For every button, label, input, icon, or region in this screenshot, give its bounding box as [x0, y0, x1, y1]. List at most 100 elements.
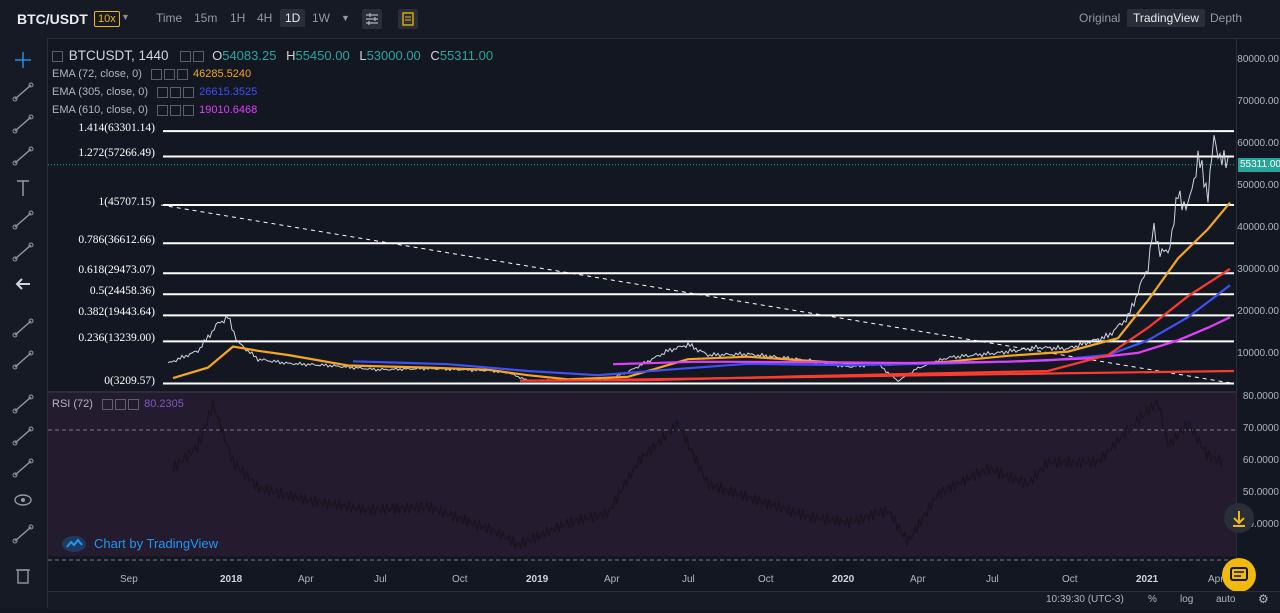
legend-controls [180, 48, 206, 63]
last-price-label: 55311.00 [1238, 158, 1280, 172]
fib-level-label: 0.382(19443.64) [78, 306, 155, 319]
gear-icon[interactable]: ⚙ [1258, 592, 1269, 606]
bottom-bar: 10:39:30 (UTC-3) % log auto ⚙ [48, 591, 1280, 609]
more-timeframes-icon[interactable]: ▼ [341, 13, 350, 23]
view-depth[interactable]: Depth [1210, 11, 1242, 25]
indicator-settings-button[interactable] [362, 9, 382, 29]
rsi-tick: 60.0000 [1242, 455, 1279, 466]
timeframe-15m[interactable]: 15m [194, 11, 217, 25]
timeframe-time[interactable]: Time [156, 11, 182, 25]
eye-icon[interactable] [14, 494, 32, 506]
close-icon[interactable] [183, 86, 195, 98]
close-icon[interactable] [183, 104, 195, 116]
rsi-legend[interactable]: RSI (72) 80.2305 [52, 398, 184, 410]
tradingview-watermark[interactable]: Chart by TradingView [60, 530, 218, 556]
download-arrow-icon [1233, 511, 1245, 527]
gear-icon[interactable] [193, 50, 205, 62]
ema72-legend[interactable]: EMA (72, close, 0) 46285.5240 [52, 68, 251, 80]
lock-icon[interactable] [12, 458, 34, 478]
price-series[interactable] [167, 135, 1229, 383]
time-axis[interactable]: Sep 2018 Apr Jul Oct 2019 Apr Jul Oct 2020 Apr Jul O… [48, 570, 1236, 590]
close-icon[interactable] [176, 68, 188, 80]
gear-icon[interactable] [115, 398, 127, 410]
timeframe-1d[interactable]: 1D [280, 9, 306, 27]
view-original[interactable]: Original [1079, 11, 1120, 25]
low-value: 53000.00 [366, 48, 421, 63]
drawing-toolbar [0, 38, 48, 608]
fib-level-label: 1.272(57266.49) [78, 147, 155, 160]
close-value: 55311.00 [439, 48, 494, 63]
text-icon[interactable] [17, 180, 29, 196]
rsi-tick: 50.0000 [1242, 487, 1279, 498]
timeframe-4h[interactable]: 4H [257, 11, 272, 25]
sliders-icon [366, 13, 378, 25]
eye-toggle-icon[interactable] [180, 50, 192, 62]
trend-line-icon[interactable] [12, 82, 34, 102]
indicators-button[interactable] [398, 9, 418, 29]
trash-icon[interactable] [16, 569, 30, 584]
price-tick: 80000.00 [1237, 54, 1279, 65]
eye-icon[interactable] [150, 68, 162, 80]
watermark-text: Chart by TradingView [94, 535, 219, 551]
close-icon[interactable] [128, 398, 140, 410]
ruler-icon[interactable] [12, 318, 34, 338]
back-arrow-icon[interactable] [15, 278, 30, 290]
time-tick: Oct [1062, 574, 1078, 585]
fib-level-label: 0.618(29473.07) [78, 264, 155, 277]
fib-level-label: 0(3209.57) [104, 374, 155, 387]
leverage-badge[interactable]: 10x [94, 11, 120, 27]
low-label: L [359, 48, 367, 63]
rsi-pane-background [48, 392, 1236, 556]
percent-scale-toggle[interactable]: % [1148, 594, 1157, 605]
eye-icon[interactable] [157, 86, 169, 98]
eye-icon[interactable] [102, 398, 114, 410]
gear-icon[interactable] [163, 68, 175, 80]
ema72-value: 46285.5240 [193, 68, 252, 80]
brush-icon[interactable] [12, 146, 34, 166]
layers-icon[interactable] [12, 524, 34, 544]
gear-icon[interactable] [170, 104, 182, 116]
pattern-icon[interactable] [12, 210, 34, 230]
price-chart[interactable] [48, 38, 1236, 591]
auto-scale-toggle[interactable]: auto [1216, 594, 1235, 605]
scroll-to-realtime-button[interactable] [1224, 503, 1254, 533]
fib-level-label: 0.236(13239.00) [78, 332, 155, 345]
leverage-dropdown-icon[interactable]: ▼ [121, 12, 130, 22]
price-tick: 40000.00 [1237, 222, 1279, 233]
timeframe-1h[interactable]: 1H [230, 11, 245, 25]
ema72-line[interactable] [172, 201, 1231, 381]
time-tick: Jul [986, 574, 999, 585]
time-tick: Jul [374, 574, 387, 585]
time-tick: Oct [452, 574, 468, 585]
price-tick: 20000.00 [1237, 306, 1279, 317]
open-value: 54083.25 [222, 48, 277, 63]
prediction-icon[interactable] [12, 242, 34, 262]
time-tick: Apr [298, 574, 314, 585]
settings-icon[interactable] [52, 50, 63, 62]
crosshair-icon[interactable] [15, 52, 31, 68]
ema-baseline-red-line[interactable] [607, 369, 1235, 381]
log-scale-toggle[interactable]: log [1180, 594, 1193, 605]
lock-drawing-icon[interactable] [12, 426, 34, 446]
time-tick: Sep [120, 574, 138, 585]
symbol-interval: BTCUSDT, 1440 [68, 48, 169, 63]
gear-icon[interactable] [170, 86, 182, 98]
fib-level-label: 1.414(63301.14) [78, 122, 155, 135]
magnet-icon[interactable] [12, 394, 34, 414]
ema305-legend[interactable]: EMA (305, close, 0) 26615.3525 [52, 86, 257, 98]
view-tradingview[interactable]: TradingView [1127, 9, 1206, 27]
eye-icon[interactable] [157, 104, 169, 116]
rsi-value: 80.2305 [144, 398, 184, 410]
chat-button[interactable] [1222, 558, 1256, 592]
price-tick: 10000.00 [1237, 348, 1279, 359]
fib-level-label: 1(45707.15) [98, 196, 155, 209]
time-tick: 2019 [526, 574, 549, 585]
symbol-name[interactable]: BTC/USDT [17, 11, 88, 27]
fib-level-label: 0.5(24458.36) [89, 285, 155, 298]
zoom-icon[interactable] [12, 350, 34, 370]
timeframe-1w[interactable]: 1W [312, 11, 330, 25]
fib-tool-icon[interactable] [12, 114, 34, 134]
ema610-legend[interactable]: EMA (610, close, 0) 19010.6468 [52, 104, 257, 116]
time-tick: Apr [604, 574, 620, 585]
time-tick: 2018 [220, 574, 243, 585]
